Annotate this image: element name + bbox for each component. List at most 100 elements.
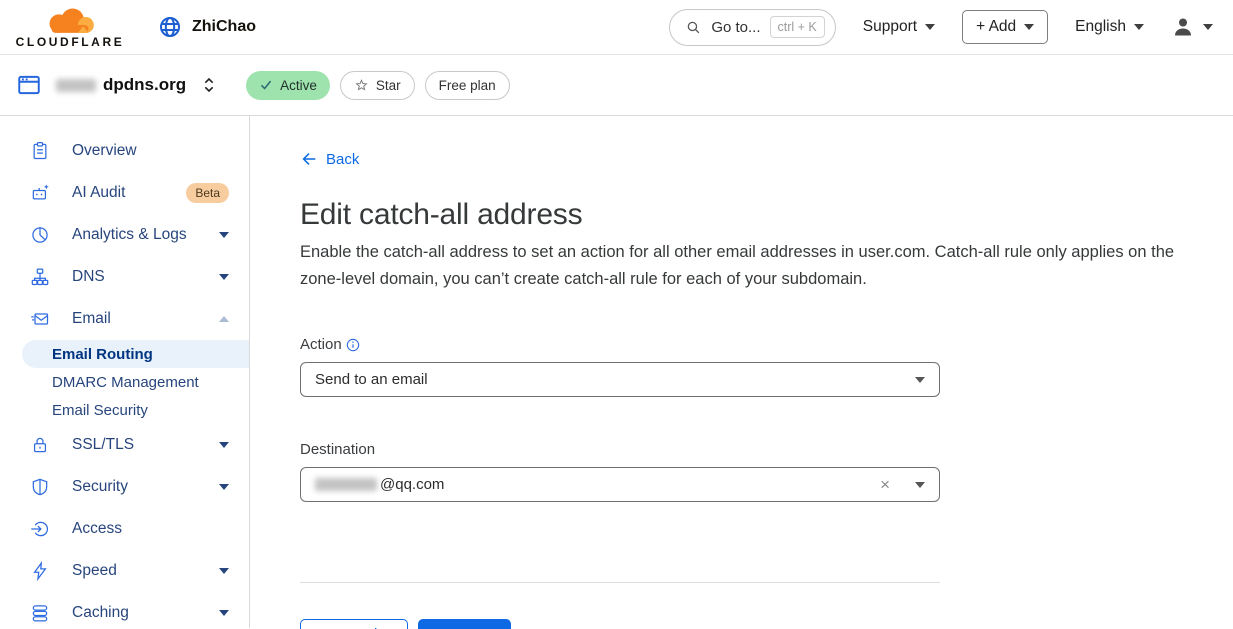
back-link[interactable]: Back bbox=[300, 150, 359, 168]
sidebar-subitem-label: DMARC Management bbox=[52, 374, 199, 391]
star-button[interactable]: Star bbox=[340, 71, 415, 100]
star-label: Star bbox=[376, 78, 401, 93]
access-icon bbox=[30, 519, 50, 539]
chevron-down-icon[interactable] bbox=[915, 482, 925, 488]
support-label: Support bbox=[863, 18, 917, 36]
sidebar-item-dns[interactable]: DNS bbox=[0, 256, 249, 298]
action-field-label: Action bbox=[300, 336, 940, 353]
zone-name[interactable]: dpdns.org bbox=[56, 75, 186, 95]
info-icon[interactable] bbox=[345, 337, 361, 353]
sidebar-subitem-label: Email Security bbox=[52, 402, 148, 419]
chevron-down-icon bbox=[219, 610, 229, 616]
chevron-up-icon bbox=[219, 316, 229, 322]
chevron-down-icon bbox=[1203, 24, 1213, 30]
sidebar-item-label: AI Audit bbox=[72, 184, 174, 202]
chevron-down-icon bbox=[219, 232, 229, 238]
page-title: Edit catch-all address bbox=[300, 198, 1233, 232]
sidebar-item-access[interactable]: Access bbox=[0, 508, 249, 550]
support-menu[interactable]: Support bbox=[863, 18, 935, 36]
global-search[interactable]: Go to... ctrl + K bbox=[669, 9, 835, 46]
arrow-left-icon bbox=[300, 150, 318, 168]
sidebar-item-dmarc-management[interactable]: DMARC Management bbox=[0, 368, 249, 396]
cache-stack-icon bbox=[30, 603, 50, 623]
plan-badge-label: Free plan bbox=[439, 78, 496, 93]
ai-audit-icon bbox=[30, 183, 50, 203]
cloudflare-cloud-icon bbox=[37, 5, 103, 37]
sidebar-item-email-security[interactable]: Email Security bbox=[0, 396, 249, 424]
chevron-down-icon bbox=[1134, 24, 1144, 30]
catch-all-form: Action Send to an email Destination @qq.… bbox=[300, 336, 940, 629]
website-icon bbox=[16, 72, 42, 98]
destination-combobox[interactable]: @qq.com × bbox=[300, 467, 940, 502]
chevron-down-icon bbox=[915, 377, 925, 383]
action-select[interactable]: Send to an email bbox=[300, 362, 940, 397]
action-selected-value: Send to an email bbox=[315, 371, 428, 388]
keyboard-shortcut-hint: ctrl + K bbox=[770, 16, 825, 38]
user-icon bbox=[1171, 15, 1195, 39]
save-button[interactable]: Save bbox=[418, 619, 511, 629]
sidebar-item-speed[interactable]: Speed bbox=[0, 550, 249, 592]
chevron-down-icon bbox=[925, 24, 935, 30]
user-menu[interactable] bbox=[1171, 15, 1213, 39]
clipboard-icon bbox=[30, 141, 50, 161]
account-name: ZhiChao bbox=[192, 18, 256, 36]
sidebar-item-label: Speed bbox=[72, 562, 197, 580]
cloudflare-wordmark: CLOUDFLARE bbox=[16, 35, 125, 49]
language-menu[interactable]: English bbox=[1075, 18, 1144, 36]
email-icon bbox=[30, 309, 50, 329]
sidebar-item-label: Email bbox=[72, 310, 197, 328]
search-icon bbox=[685, 19, 702, 36]
cancel-button[interactable]: Cancel bbox=[300, 619, 408, 629]
sidebar-item-email-routing[interactable]: Email Routing bbox=[22, 340, 249, 368]
chevron-down-icon bbox=[219, 442, 229, 448]
sidebar-item-analytics-logs[interactable]: Analytics & Logs bbox=[0, 214, 249, 256]
zone-bar: dpdns.org Active Star Free plan bbox=[0, 55, 1233, 116]
clear-icon[interactable]: × bbox=[880, 476, 890, 493]
form-divider bbox=[300, 582, 940, 583]
chevron-down-icon bbox=[219, 274, 229, 280]
search-placeholder: Go to... bbox=[711, 19, 760, 36]
sidebar-subitem-label: Email Routing bbox=[52, 346, 153, 363]
beta-badge: Beta bbox=[186, 183, 229, 203]
cloudflare-logo[interactable]: CLOUDFLARE bbox=[10, 5, 130, 49]
lock-icon bbox=[30, 435, 50, 455]
destination-label-text: Destination bbox=[300, 441, 375, 458]
zone-domain: dpdns.org bbox=[103, 75, 186, 95]
chevron-down-icon bbox=[219, 484, 229, 490]
chevron-down-icon bbox=[1024, 24, 1034, 30]
sidebar-item-label: Overview bbox=[72, 142, 229, 160]
globe-icon bbox=[158, 15, 182, 39]
status-badge-label: Active bbox=[280, 78, 317, 93]
shield-icon bbox=[30, 477, 50, 497]
zone-switcher-unfold-icon[interactable] bbox=[198, 74, 220, 96]
plan-badge[interactable]: Free plan bbox=[425, 71, 510, 100]
sidebar-item-label: Security bbox=[72, 478, 197, 496]
sidebar-item-ssl-tls[interactable]: SSL/TLS bbox=[0, 424, 249, 466]
lightning-icon bbox=[30, 561, 50, 581]
sidebar-item-overview[interactable]: Overview bbox=[0, 130, 249, 172]
action-label-text: Action bbox=[300, 336, 342, 353]
redacted-zone-prefix bbox=[56, 79, 96, 92]
language-label: English bbox=[1075, 18, 1126, 36]
star-icon bbox=[354, 78, 369, 93]
chevron-down-icon bbox=[219, 568, 229, 574]
back-label: Back bbox=[326, 151, 359, 168]
analytics-icon bbox=[30, 225, 50, 245]
sidebar-item-ai-audit[interactable]: AI Audit Beta bbox=[0, 172, 249, 214]
redacted-email-prefix bbox=[315, 478, 377, 491]
add-button[interactable]: + Add bbox=[962, 10, 1048, 44]
sidebar-item-security[interactable]: Security bbox=[0, 466, 249, 508]
dns-icon bbox=[30, 267, 50, 287]
main-content: Back Edit catch-all address Enable the c… bbox=[250, 116, 1233, 628]
sidebar-nav: Overview AI Audit Beta An bbox=[0, 116, 250, 628]
sidebar-item-label: SSL/TLS bbox=[72, 436, 197, 454]
destination-field-label: Destination bbox=[300, 441, 940, 458]
page-description: Enable the catch-all address to set an a… bbox=[300, 239, 1186, 292]
status-badge: Active bbox=[246, 71, 330, 100]
sidebar-item-caching[interactable]: Caching bbox=[0, 592, 249, 629]
sidebar-item-email[interactable]: Email bbox=[0, 298, 249, 340]
sidebar-item-label: Analytics & Logs bbox=[72, 226, 197, 244]
sidebar-item-label: Caching bbox=[72, 604, 197, 622]
sidebar-item-label: Access bbox=[72, 520, 229, 538]
account-switcher[interactable]: ZhiChao bbox=[158, 15, 256, 39]
